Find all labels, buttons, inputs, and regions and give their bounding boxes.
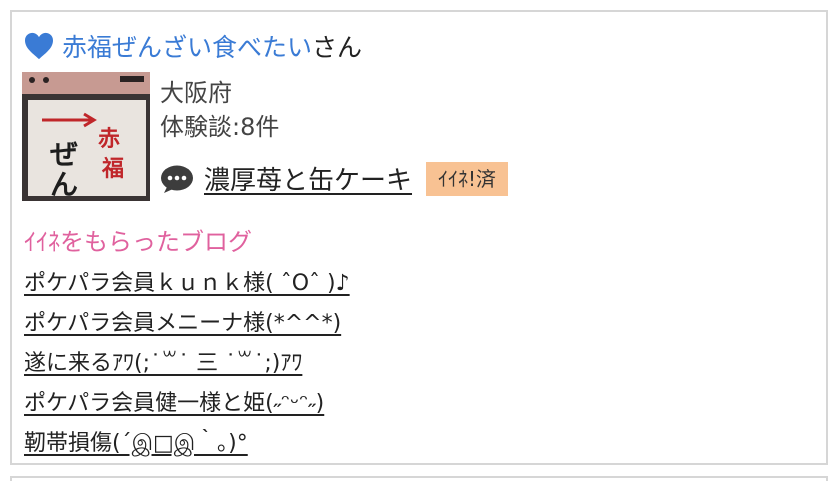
blog-link[interactable]: ポケパラ会員ｋｕｎｋ様( ˆOˆ )♪	[24, 271, 350, 296]
honorific: さん	[312, 33, 363, 62]
list-item: ポケパラ会員健一様と姫(˶ᵔᵕᵔ˶)	[24, 384, 350, 424]
liked-badge: ｲｲﾈ!済	[426, 161, 509, 196]
sign-char-1: 赤	[98, 127, 120, 152]
next-card-edge	[10, 476, 828, 481]
sign-char-4: ん	[50, 168, 78, 201]
comment-bubble-icon	[161, 165, 193, 193]
heart-icon	[25, 32, 53, 60]
blog-link[interactable]: ポケパラ会員健一様と姫(˶ᵔᵕᵔ˶)	[24, 391, 324, 416]
list-item: 遂に来るｱﾜ(;˙꒳˙ 三 ˙꒳˙;)ｱﾜ	[24, 344, 350, 384]
thumbnail-image: 赤 福 ぜ ん	[22, 72, 150, 201]
list-item: 靭帯損傷(´இ□இ｀｡)°	[24, 424, 350, 464]
blog-link[interactable]: ポケパラ会員メニーナ様(*^^*)	[24, 311, 341, 336]
liked-blogs-heading: ｲｲﾈをもらったブログ	[24, 228, 252, 256]
user-info: 大阪府 体験談:8件	[160, 76, 279, 144]
user-thumbnail[interactable]: 赤 福 ぜ ん	[22, 72, 150, 201]
review-title-link[interactable]: 濃厚苺と缶ケーキ	[204, 160, 412, 197]
user-name-link[interactable]: 赤福ぜんざい食べたい	[62, 28, 312, 64]
sign-char-3: ぜ	[50, 138, 78, 171]
user-header: 赤福ぜんざい食べたい さん	[24, 26, 362, 66]
latest-review: 濃厚苺と缶ケーキ ｲｲﾈ!済	[160, 160, 509, 197]
sign-char-2: 福	[101, 157, 124, 182]
blog-link[interactable]: 靭帯損傷(´இ□இ｀｡)°	[24, 431, 248, 456]
liked-blog-list: ポケパラ会員ｋｕｎｋ様( ˆOˆ )♪ ポケパラ会員メニーナ様(*^^*) 遂に…	[24, 264, 350, 464]
prefecture: 大阪府	[160, 79, 232, 107]
list-item: ポケパラ会員メニーナ様(*^^*)	[24, 304, 350, 344]
review-count: 体験談:8件	[160, 113, 280, 141]
blog-link[interactable]: 遂に来るｱﾜ(;˙꒳˙ 三 ˙꒳˙;)ｱﾜ	[24, 351, 302, 376]
user-card: 赤福ぜんざい食べたい さん 赤 福 ぜ ん 大阪府 体験談:8件 濃厚苺と缶ケー…	[10, 10, 828, 465]
list-item: ポケパラ会員ｋｕｎｋ様( ˆOˆ )♪	[24, 264, 350, 304]
